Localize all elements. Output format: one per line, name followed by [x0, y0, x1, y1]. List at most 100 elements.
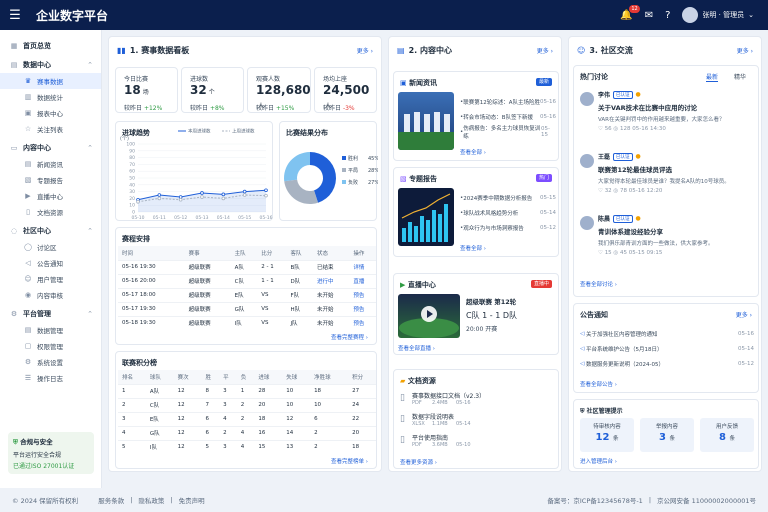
list-item[interactable]: • 球队战术风格趋势分析 05-14	[460, 205, 556, 220]
more-link[interactable]: 更多 ›	[357, 46, 373, 55]
report-icon: ▣	[24, 109, 32, 117]
news-view-all[interactable]: 查看全部 ›	[460, 148, 486, 156]
table-cell: 4	[219, 411, 237, 426]
list-item[interactable]: • 伤病报告：多名主力球员恢复训练 05-15	[460, 124, 556, 140]
table-cell: 3	[219, 383, 237, 398]
sidebar-item-news[interactable]: ▤ 新闻资讯	[0, 156, 101, 172]
disclaimer-link[interactable]: 免责声明	[179, 495, 205, 505]
sidebar-item-logs[interactable]: ☰ 操作日志	[0, 370, 101, 386]
match-data-panel: ▮▮ 1. 赛事数据看板 更多 › 今日比赛 18 场 较昨日 +12% 进球数 3…	[108, 36, 382, 472]
sidebar-item-review[interactable]: ◉ 内容审核	[0, 287, 101, 303]
sidebar-item-settings[interactable]: ⚙ 系统设置	[0, 354, 101, 370]
table-cell: 10	[282, 383, 311, 398]
sidebar-group-label: 平台管理	[23, 310, 51, 318]
list-item[interactable]: • 2024赛季中期数据分析报告 05-15	[460, 190, 556, 205]
more-link[interactable]: 更多 ›	[737, 46, 753, 55]
table-row[interactable]: 05-17 18:00 超级联赛 E队 VS F队 未开始 预告	[118, 287, 376, 302]
table-cell: 6	[201, 425, 220, 440]
reports-view-all[interactable]: 查看全部 ›	[460, 244, 486, 252]
sidebar-item-permissions[interactable]: ▢ 权限管理	[0, 338, 101, 354]
table-cell: 直播	[349, 273, 376, 288]
docs-view-more[interactable]: 查看更多资源 ›	[400, 458, 437, 466]
user-menu[interactable]: 张明 · 管理员 ⌄	[682, 7, 754, 23]
sidebar-item-docs[interactable]: ▯ 文档资源	[0, 204, 101, 220]
users-icon: ☺	[577, 46, 586, 55]
table-row[interactable]: 5 I队 12 5 3 4 15 13 2 18	[118, 439, 376, 454]
stat-compare-label: 较昨日	[190, 105, 209, 112]
sidebar-item-notices[interactable]: ◁ 公告通知	[0, 255, 101, 271]
menu-icon[interactable]: ☰	[0, 8, 30, 23]
doc-item[interactable]: ▯ 数据字段说明表 XLSX 1.1MB 05-14	[400, 411, 554, 432]
sidebar-group-community[interactable]: ◌ 社区中心 ⌃	[0, 223, 101, 239]
table-row[interactable]: 05-18 19:30 超级联赛 I队 VS J队 未开始 预告	[118, 315, 376, 330]
doc-item[interactable]: ▯ 赛事数据接口文档（v2.3） PDF 2.4MB 05-16	[400, 390, 554, 411]
sidebar-item-stats[interactable]: ▥ 数据统计	[0, 89, 101, 105]
like-count: 56	[604, 126, 612, 132]
tab-featured[interactable]: 精华	[734, 72, 746, 81]
post-item[interactable]: 李伟 已认证 ● 关于VAR技术在比赛中应用的讨论 VAR在关键判罚中的作用越来越重要，…	[580, 90, 750, 132]
stat-card: 场均上座 24,500人 较昨日 -3%	[314, 67, 377, 113]
table-row[interactable]: 3 E队 12 6 4 2 18 12 6 22	[118, 411, 376, 426]
table-row[interactable]: 4 G队 12 6 2 4 16 14 2 20	[118, 425, 376, 440]
table-row[interactable]: 05-16 20:00 超级联赛 C队 1 - 1 D队 进行中 直播	[118, 273, 376, 288]
full-schedule-link[interactable]: 查看完整赛程 ›	[331, 333, 368, 341]
gear-icon: ⚙	[10, 310, 18, 318]
admin-link[interactable]: 进入管理后台 ›	[580, 457, 617, 465]
post-body: 李伟 已认证 ● 关于VAR技术在比赛中应用的讨论 VAR在关键判罚中的作用越来越重要，…	[598, 90, 750, 132]
more-link[interactable]: 更多 ›	[537, 46, 553, 55]
sidebar-item-match-data[interactable]: ♛ 赛事数据	[0, 73, 101, 89]
stat-card: 今日比赛 18 场 较昨日 +12%	[115, 67, 178, 113]
help-icon[interactable]: ?	[665, 10, 670, 21]
pending-review-stat[interactable]: 待审核内容 12 条	[580, 418, 634, 452]
like-icon: ♡	[598, 126, 605, 132]
legend-swatch	[342, 180, 346, 184]
table-row[interactable]: 05-17 19:30 超级联赛 G队 VS H队 未开始 预告	[118, 301, 376, 316]
document-icon: ▤	[397, 46, 405, 55]
y-tick-label: 70	[129, 162, 135, 168]
table-row[interactable]: 2 C队 12 7 3 2 20 10 10 24	[118, 397, 376, 412]
post-item[interactable]: 陈晨 已认证 ● 青训体系建设经验分享 我们俱乐部青训方面的一些做法，供大家参考。 ♡ 1…	[580, 214, 750, 256]
verified-badge: 已认证	[613, 214, 633, 223]
mail-icon[interactable]: ✉	[645, 10, 653, 21]
sidebar-item-data-mgmt[interactable]: ▤ 数据管理	[0, 322, 101, 338]
tab-latest[interactable]: 最新	[706, 72, 719, 82]
sidebar-group-platform[interactable]: ⚙ 平台管理 ⌃	[0, 306, 101, 322]
list-item[interactable]: • 转会市场动态：B队签下新援 05-16	[460, 109, 556, 124]
notices-more-link[interactable]: 更多 ›	[736, 310, 752, 319]
list-item[interactable]: ◁ 平台系统维护公告（5月18日） 05-14	[580, 341, 754, 356]
discussions-view-all[interactable]: 查看全部讨论 ›	[580, 280, 617, 288]
live-video[interactable]	[398, 294, 460, 338]
doc-item[interactable]: ▯ 平台使用指南 PDF 3.6MB 05-10	[400, 432, 554, 453]
table-row[interactable]: 1 A队 12 8 3 1 28 10 18 27	[118, 383, 376, 398]
goal-trend-chart: (个) 0102030405060708090100 05-10 05-11 05-12…	[120, 128, 273, 222]
table-cell: G队	[230, 301, 258, 316]
privacy-link[interactable]: 隐私政策	[138, 495, 164, 505]
doc-date: 05-14	[456, 421, 471, 427]
sidebar-item-users[interactable]: ☺ 用户管理	[0, 271, 101, 287]
list-item[interactable]: ◁ 数据服务更新说明（2024-05） 05-12	[580, 356, 754, 371]
table-row[interactable]: 05-16 19:30 超级联赛 A队 2 - 1 B队 已结束 详情	[118, 259, 376, 274]
table-cell: 12	[173, 439, 202, 454]
stat-label: 用户反馈	[715, 424, 738, 430]
live-view-all[interactable]: 查看全部直播 ›	[398, 344, 435, 352]
sidebar-group-content[interactable]: ▭ 内容中心 ⌃	[0, 140, 101, 156]
list-item[interactable]: ◁ 关于加强社区内容管理的通知 05-16	[580, 326, 754, 341]
full-standings-link[interactable]: 查看完整榜单 ›	[331, 457, 368, 465]
sidebar-item-home[interactable]: ▦ 首页总览	[0, 38, 101, 54]
list-item[interactable]: • 联赛第12轮综述：A队主场险胜 05-16	[460, 94, 556, 109]
sidebar-item-topics[interactable]: ▧ 专题报告	[0, 172, 101, 188]
post-item[interactable]: 王磊 已认证 ● 联赛第12轮最佳球员评选 大家觉得本轮最佳球员是谁？我提名A队的10号…	[580, 152, 750, 194]
goal-trend-card: 进球趋势 (个) 0 10 20 30 40 50 60 70 80 90 100 05-10 05-11…	[115, 121, 273, 221]
security-card: ⛨ 合规与安全 平台运行安全合规 已通过ISO 27001认证	[8, 432, 94, 474]
feedback-stat[interactable]: 用户反馈 8 条	[700, 418, 754, 452]
sidebar-group-data[interactable]: ▤ 数据中心 ⌃	[0, 57, 101, 73]
reports-stat[interactable]: 举报内容 3 条	[640, 418, 694, 452]
list-item[interactable]: • 观众行为与市场洞察报告 05-12	[460, 220, 556, 235]
sidebar-item-forum[interactable]: ◯ 讨论区	[0, 239, 101, 255]
notices-view-all[interactable]: 查看全部公告 ›	[580, 380, 617, 388]
sidebar-item-reports[interactable]: ▣ 报表中心	[0, 105, 101, 121]
sidebar-item-watchlist[interactable]: ☆ 关注列表	[0, 121, 101, 137]
terms-link[interactable]: 服务条款	[98, 495, 124, 505]
bell-icon[interactable]: 🔔 12	[620, 4, 640, 21]
sidebar-item-live[interactable]: ▶ 直播中心	[0, 188, 101, 204]
